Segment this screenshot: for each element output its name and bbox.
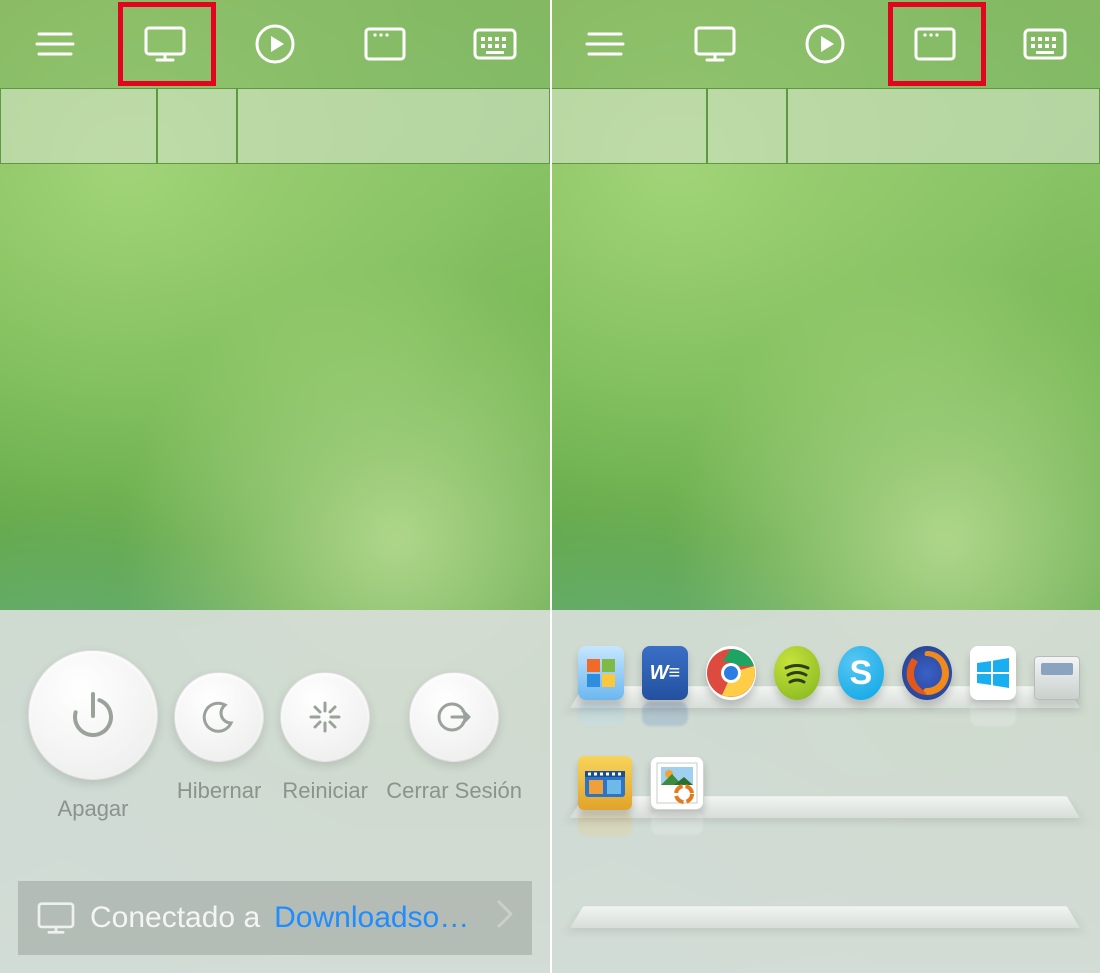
connection-status[interactable]: Conectado a Downloadso…	[18, 881, 532, 955]
status-prefix: Conectado a	[90, 901, 260, 935]
window-button[interactable]	[355, 14, 415, 74]
app-disk[interactable]	[1034, 656, 1080, 700]
chevron-right-icon	[496, 899, 514, 938]
desktop-preview	[550, 164, 1100, 610]
toolbar	[550, 0, 1100, 88]
dock-shelf	[570, 738, 1080, 818]
shelf-surface	[570, 906, 1080, 928]
desktop-preview	[0, 164, 550, 610]
layout-band	[550, 88, 1100, 164]
dock-shelf	[570, 848, 1080, 928]
band-cell[interactable]	[707, 88, 787, 164]
shutdown-label: Apagar	[58, 796, 129, 822]
app-firefox[interactable]	[902, 646, 952, 700]
hibernate-label: Hibernar	[177, 778, 261, 804]
app-gallery[interactable]	[650, 756, 704, 810]
band-cell[interactable]	[157, 88, 237, 164]
band-cell[interactable]	[550, 88, 707, 164]
app-movie-maker[interactable]	[578, 756, 632, 810]
band-cell[interactable]	[237, 88, 550, 164]
band-cell[interactable]	[787, 88, 1100, 164]
monitor-icon	[36, 901, 76, 935]
layout-band	[0, 88, 550, 164]
keyboard-button[interactable]	[1015, 14, 1075, 74]
menu-button[interactable]	[25, 14, 85, 74]
right-pane: W≡ S	[550, 0, 1100, 973]
app-windows8[interactable]	[970, 646, 1016, 700]
app-dock: W≡ S	[550, 610, 1100, 973]
monitor-button[interactable]	[685, 14, 745, 74]
app-windows-explorer[interactable]	[578, 646, 624, 700]
play-button[interactable]	[795, 14, 855, 74]
highlight-box	[118, 2, 216, 86]
restart-label: Reiniciar	[282, 778, 368, 804]
hibernate-button[interactable]	[174, 672, 264, 762]
app-skype[interactable]: S	[838, 646, 884, 700]
logout-label: Cerrar Sesión	[386, 778, 522, 804]
left-pane: Apagar Hibernar Reiniciar	[0, 0, 550, 973]
play-button[interactable]	[245, 14, 305, 74]
dock-shelf: W≡ S	[570, 628, 1080, 708]
app-word[interactable]: W≡	[642, 646, 688, 700]
restart-button[interactable]	[280, 672, 370, 762]
window-button[interactable]	[905, 14, 965, 74]
status-link[interactable]: Downloadso…	[274, 901, 469, 935]
app-chrome[interactable]	[706, 646, 756, 700]
toolbar	[0, 0, 550, 88]
app-spotify[interactable]	[774, 646, 820, 700]
menu-button[interactable]	[575, 14, 635, 74]
monitor-button[interactable]	[135, 14, 195, 74]
highlight-box	[888, 2, 986, 86]
shutdown-button[interactable]	[28, 650, 158, 780]
logout-button[interactable]	[409, 672, 499, 762]
power-panel: Apagar Hibernar Reiniciar	[0, 610, 550, 973]
band-cell[interactable]	[0, 88, 157, 164]
keyboard-button[interactable]	[465, 14, 525, 74]
